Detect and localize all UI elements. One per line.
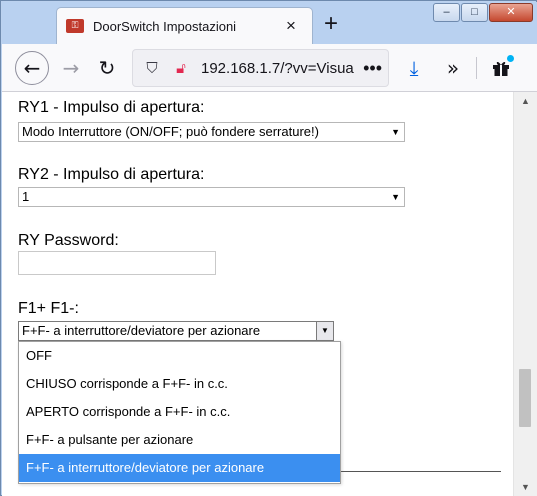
f1-label: F1+ F1-: xyxy=(18,300,79,317)
dropdown-option-aperto[interactable]: APERTO corrisponde a F+F- in c.c. xyxy=(19,398,340,426)
dropdown-option-off[interactable]: OFF xyxy=(19,342,340,370)
ry2-select[interactable]: 1 ▼ xyxy=(18,187,405,207)
key-icon: ⚿ xyxy=(66,19,84,33)
overflow-menu-icon[interactable]: » xyxy=(438,53,468,83)
browser-window: ⚿ DoorSwitch Impostazioni × + ‒ □ ✕ ← → … xyxy=(0,0,537,496)
f1-select[interactable]: F+F- a interruttore/deviatore per aziona… xyxy=(18,321,334,341)
maximize-button[interactable]: □ xyxy=(461,3,488,22)
close-window-button[interactable]: ✕ xyxy=(489,3,533,22)
vertical-scrollbar[interactable]: ▲ ▼ xyxy=(513,92,537,496)
ry1-select-value: Modo Interruttore (ON/OFF; può fondere s… xyxy=(22,124,319,139)
f1-select-value: F+F- a interruttore/deviatore per aziona… xyxy=(22,323,261,338)
title-bar: ⚿ DoorSwitch Impostazioni × + ‒ □ ✕ xyxy=(2,2,537,45)
f1-dropdown-list: OFF CHIUSO corrisponde a F+F- in c.c. AP… xyxy=(18,341,341,484)
page-content: RY1 - Impulso di apertura: Modo Interrut… xyxy=(2,92,537,496)
ry-password-input[interactable] xyxy=(18,251,216,275)
dropdown-option-pulsante[interactable]: F+F- a pulsante per azionare xyxy=(19,426,340,454)
ry1-label: RY1 - Impulso di apertura: xyxy=(18,99,205,116)
forward-button[interactable]: → xyxy=(56,53,86,83)
shield-icon[interactable]: ⛉ xyxy=(142,59,162,79)
page-actions-icon[interactable]: ••• xyxy=(363,57,382,79)
dropdown-option-chiuso[interactable]: CHIUSO corrisponde a F+F- in c.c. xyxy=(19,370,340,398)
scroll-down-icon[interactable]: ▼ xyxy=(514,478,537,496)
minimize-button[interactable]: ‒ xyxy=(433,3,460,22)
close-tab-icon[interactable]: × xyxy=(280,15,302,37)
ry2-label: RY2 - Impulso di apertura: xyxy=(18,166,205,183)
nav-toolbar: ← → ↻ ⛉ 🔓︎ 192.168.1.7/?vv=Visua ••• ⤓ » xyxy=(2,44,537,92)
chevron-down-icon[interactable]: ▼ xyxy=(316,322,333,340)
chevron-down-icon: ▼ xyxy=(391,127,400,137)
settings-form: RY1 - Impulso di apertura: Modo Interrut… xyxy=(2,92,513,496)
tab-doorswitch[interactable]: ⚿ DoorSwitch Impostazioni × xyxy=(57,8,312,45)
gift-icon[interactable] xyxy=(486,53,516,83)
divider-line xyxy=(341,471,501,472)
dropdown-option-interruttore[interactable]: F+F- a interruttore/deviatore per aziona… xyxy=(19,454,340,482)
ry2-select-value: 1 xyxy=(22,189,30,204)
tab-title: DoorSwitch Impostazioni xyxy=(93,19,237,34)
chevron-down-icon: ▼ xyxy=(391,192,400,202)
new-tab-button[interactable]: + xyxy=(318,12,344,38)
url-bar[interactable]: ⛉ 🔓︎ 192.168.1.7/?vv=Visua ••• xyxy=(132,49,389,87)
download-icon[interactable]: ⤓ xyxy=(399,53,429,83)
ry1-select[interactable]: Modo Interruttore (ON/OFF; può fondere s… xyxy=(18,122,405,142)
scrollbar-thumb[interactable] xyxy=(519,369,531,427)
reload-button[interactable]: ↻ xyxy=(92,53,122,83)
toolbar-divider xyxy=(476,57,477,79)
scroll-up-icon[interactable]: ▲ xyxy=(514,92,537,110)
back-button[interactable]: ← xyxy=(15,51,49,85)
notification-dot xyxy=(507,55,514,62)
insecure-lock-icon[interactable]: 🔓︎ xyxy=(171,59,191,79)
window-controls: ‒ □ ✕ xyxy=(432,3,533,23)
ry-password-label: RY Password: xyxy=(18,232,119,249)
url-text[interactable]: 192.168.1.7/?vv=Visua xyxy=(201,60,356,77)
